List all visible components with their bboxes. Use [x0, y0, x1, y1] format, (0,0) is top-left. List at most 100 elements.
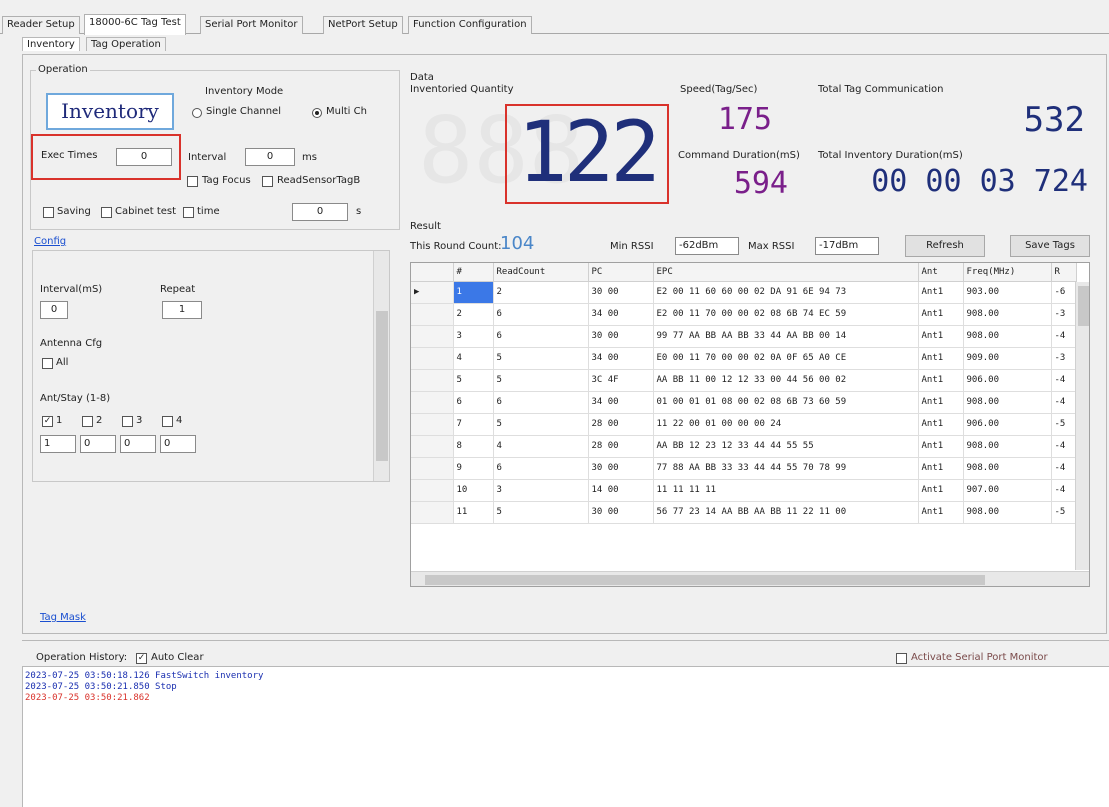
column-header-index[interactable]: # [453, 263, 494, 282]
cell-ant[interactable]: Ant1 [918, 325, 964, 348]
interval-input[interactable]: 0 [245, 148, 295, 166]
column-header-ant[interactable]: Ant [918, 263, 964, 282]
config-interval-input[interactable]: 0 [40, 301, 68, 319]
cell-ant[interactable]: Ant1 [918, 501, 964, 524]
cell-epc[interactable]: 11 11 11 11 [653, 479, 919, 502]
cell-epc[interactable]: E2 00 11 60 60 00 02 DA 91 6E 94 73 [653, 281, 919, 304]
ant1-stay-input[interactable]: 1 [40, 435, 76, 453]
cell-index[interactable]: 5 [453, 369, 494, 392]
row-header[interactable] [411, 479, 454, 502]
row-header[interactable] [411, 347, 454, 370]
tag-focus-checkbox[interactable] [187, 176, 198, 187]
cell-epc[interactable]: E0 00 11 70 00 00 02 0A 0F 65 A0 CE [653, 347, 919, 370]
save-tags-button[interactable]: Save Tags [1010, 235, 1090, 257]
cell-index[interactable]: 9 [453, 457, 494, 480]
cell-index[interactable]: 3 [453, 325, 494, 348]
cell-freq[interactable]: 907.00 [963, 479, 1052, 502]
cell-readcount[interactable]: 4 [493, 435, 589, 458]
cell-ant[interactable]: Ant1 [918, 479, 964, 502]
config-scroll-thumb[interactable] [376, 311, 388, 461]
ant1-checkbox[interactable]: ✓ [42, 416, 53, 427]
table-row[interactable]: 6 6 34 00 01 00 01 01 08 00 02 08 6B 73 60 … [411, 391, 1077, 414]
exec-times-input[interactable]: 0 [116, 148, 172, 166]
column-header-freq[interactable]: Freq(MHz) [963, 263, 1052, 282]
table-row[interactable]: 7 5 28 00 11 22 00 01 00 00 00 24 Ant1 906.00… [411, 413, 1077, 436]
column-header-epc[interactable]: EPC [653, 263, 919, 282]
ant4-stay-input[interactable]: 0 [160, 435, 196, 453]
tag-mask-link[interactable]: Tag Mask [40, 612, 86, 623]
cell-rssi[interactable]: -4 [1051, 369, 1077, 392]
cell-index[interactable]: 6 [453, 391, 494, 414]
cell-epc[interactable]: 01 00 01 01 08 00 02 08 6B 73 60 59 [653, 391, 919, 414]
cell-freq[interactable]: 908.00 [963, 435, 1052, 458]
cell-rssi[interactable]: -4 [1051, 391, 1077, 414]
cell-freq[interactable]: 906.00 [963, 369, 1052, 392]
cell-epc[interactable]: 99 77 AA BB AA BB 33 44 AA BB 00 14 [653, 325, 919, 348]
cell-freq[interactable]: 908.00 [963, 457, 1052, 480]
ant3-stay-input[interactable]: 0 [120, 435, 156, 453]
single-channel-radio[interactable] [192, 108, 202, 118]
time-input[interactable]: 0 [292, 203, 348, 221]
auto-clear-checkbox[interactable]: ✓ [136, 653, 147, 664]
table-row[interactable]: 9 6 30 00 77 88 AA BB 33 33 44 44 55 70 78 … [411, 457, 1077, 480]
table-row[interactable]: ▶ 1 2 30 00 E2 00 11 60 60 00 02 DA 91 6E 94… [411, 281, 1077, 304]
table-row[interactable]: 8 4 28 00 AA BB 12 23 12 33 44 44 55 55 Ant1… [411, 435, 1077, 458]
cell-ant[interactable]: Ant1 [918, 303, 964, 326]
table-row[interactable]: 5 5 3C 4F AA BB 11 00 12 12 33 00 44 56 00 … [411, 369, 1077, 392]
tab-reader-setup[interactable]: Reader Setup [2, 16, 80, 34]
activate-monitor-checkbox[interactable] [896, 653, 907, 664]
ant2-stay-input[interactable]: 0 [80, 435, 116, 453]
cell-readcount[interactable]: 3 [493, 479, 589, 502]
cell-rssi[interactable]: -5 [1051, 413, 1077, 436]
saving-checkbox[interactable] [43, 207, 54, 218]
table-row[interactable]: 10 3 14 00 11 11 11 11 Ant1 907.00 -4 [411, 479, 1077, 502]
cell-ant[interactable]: Ant1 [918, 369, 964, 392]
table-vertical-thumb[interactable] [1078, 286, 1089, 326]
cell-rssi[interactable]: -4 [1051, 457, 1077, 480]
table-horizontal-thumb[interactable] [425, 575, 985, 585]
cell-freq[interactable]: 903.00 [963, 281, 1052, 304]
config-link[interactable]: Config [34, 236, 66, 247]
inventory-button[interactable]: Inventory [46, 93, 174, 130]
cell-readcount[interactable]: 6 [493, 391, 589, 414]
cell-ant[interactable]: Ant1 [918, 281, 964, 304]
cell-ant[interactable]: Ant1 [918, 435, 964, 458]
cell-freq[interactable]: 906.00 [963, 413, 1052, 436]
cell-epc[interactable]: E2 00 11 70 00 00 02 08 6B 74 EC 59 [653, 303, 919, 326]
read-sensor-checkbox[interactable] [262, 176, 273, 187]
row-header[interactable] [411, 303, 454, 326]
cell-pc[interactable]: 28 00 [588, 413, 654, 436]
cell-pc[interactable]: 30 00 [588, 325, 654, 348]
table-horizontal-scrollbar[interactable] [411, 571, 1089, 586]
cell-rssi[interactable]: -4 [1051, 325, 1077, 348]
cell-pc[interactable]: 34 00 [588, 391, 654, 414]
row-header[interactable] [411, 501, 454, 524]
cell-rssi[interactable]: -4 [1051, 479, 1077, 502]
cell-index[interactable]: 7 [453, 413, 494, 436]
cell-index[interactable]: 8 [453, 435, 494, 458]
tag-results-table[interactable]: # ReadCount PC EPC Ant Freq(MHz) R ▶ 1 2 30… [410, 262, 1090, 587]
cell-rssi[interactable]: -3 [1051, 347, 1077, 370]
cell-epc[interactable]: 56 77 23 14 AA BB AA BB 11 22 11 00 [653, 501, 919, 524]
cell-pc[interactable]: 30 00 [588, 281, 654, 304]
row-header[interactable]: ▶ [411, 281, 454, 304]
table-vertical-scrollbar[interactable] [1075, 282, 1089, 570]
cell-pc[interactable]: 28 00 [588, 435, 654, 458]
cell-ant[interactable]: Ant1 [918, 413, 964, 436]
row-header[interactable] [411, 413, 454, 436]
cell-index[interactable]: 10 [453, 479, 494, 502]
operation-history-log[interactable]: 2023-07-25 03:50:18.126 FastSwitch inven… [22, 666, 1109, 807]
column-header-readcount[interactable]: ReadCount [493, 263, 589, 282]
cell-rssi[interactable]: -6 [1051, 281, 1077, 304]
table-row[interactable]: 4 5 34 00 E0 00 11 70 00 00 02 0A 0F 65 A0 … [411, 347, 1077, 370]
cell-freq[interactable]: 908.00 [963, 391, 1052, 414]
cell-pc[interactable]: 34 00 [588, 303, 654, 326]
cell-pc[interactable]: 34 00 [588, 347, 654, 370]
cell-epc[interactable]: 77 88 AA BB 33 33 44 44 55 70 78 99 [653, 457, 919, 480]
config-repeat-input[interactable]: 1 [162, 301, 202, 319]
cell-pc[interactable]: 30 00 [588, 457, 654, 480]
cell-freq[interactable]: 909.00 [963, 347, 1052, 370]
cell-index[interactable]: 1 [453, 281, 494, 304]
cell-readcount[interactable]: 5 [493, 413, 589, 436]
cell-pc[interactable]: 30 00 [588, 501, 654, 524]
